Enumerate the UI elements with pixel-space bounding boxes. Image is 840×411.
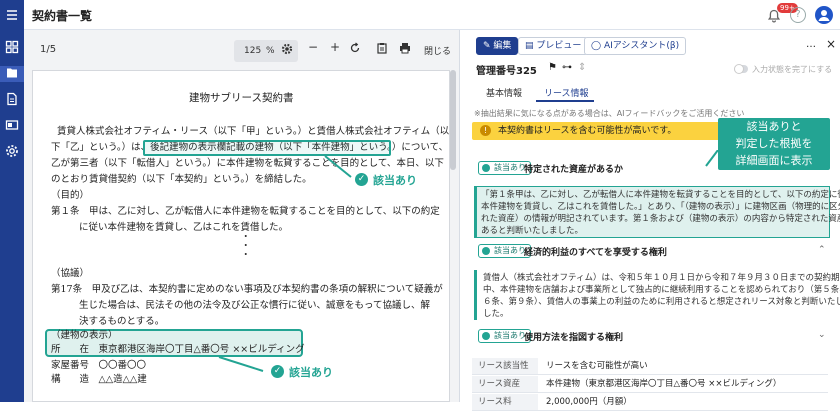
check-icon: ✓ <box>355 173 368 186</box>
book-icon[interactable] <box>0 66 24 82</box>
page-indicator: 1/5 <box>40 44 57 55</box>
zoom-unit: % <box>266 46 275 56</box>
complete-toggle[interactable] <box>734 64 748 74</box>
link-icon[interactable]: ⊶ <box>562 62 572 73</box>
document-viewer: 1/5 125 % − + 閉じる 建物サブリース契約書 賃貸人株式会社オフティ… <box>24 30 460 402</box>
flag-icon[interactable]: ⚑ <box>548 62 557 73</box>
top-bar: 契約書一覧 99+ ? <box>0 0 840 30</box>
card-icon[interactable] <box>4 118 20 134</box>
detail-panel: ✎ 編集 ▤ プレビュー ◯ AIアシスタント(β) … × 管理番号325 ⚑… <box>462 30 840 411</box>
avatar[interactable] <box>815 6 833 24</box>
edit-button[interactable]: ✎ 編集 <box>476 37 519 55</box>
section-title: 特定された資産があるか <box>524 165 624 175</box>
document-icon[interactable] <box>4 92 20 108</box>
table-row: リース料 2,000,000円（月額） <box>472 394 828 411</box>
print-icon[interactable] <box>399 42 411 57</box>
clipboard-icon[interactable] <box>376 42 388 57</box>
grid-icon[interactable] <box>4 40 20 56</box>
preview-button[interactable]: ▤ プレビュー <box>518 37 589 55</box>
more-icon[interactable]: … <box>806 39 816 50</box>
tab-basic-info[interactable]: 基本情報 <box>486 86 522 99</box>
section-title: 使用方法を指図する権利 <box>524 333 624 343</box>
chevron-down-icon[interactable]: ⌄ <box>818 330 826 340</box>
close-viewer-button[interactable]: 閉じる <box>424 44 451 57</box>
zoom-value: 125 <box>244 46 262 56</box>
rotate-icon[interactable] <box>349 42 361 57</box>
management-number: 管理番号325 <box>476 66 537 77</box>
match-label: 該当あり <box>289 366 333 379</box>
menu-icon[interactable] <box>4 8 20 24</box>
viewer-toolbar: 1/5 125 % − + 閉じる <box>24 30 460 68</box>
gear-icon[interactable] <box>281 43 293 58</box>
table-row: リース資産 本件建物（東京都港区海岸〇丁目△番〇号 ××ビルディング） <box>472 376 828 393</box>
connector-lines <box>218 155 352 372</box>
sidebar <box>0 0 24 402</box>
scrollbar[interactable] <box>450 70 456 402</box>
feedback-note: ※抽出結果に気になる点がある場合は、AIフィードバックをご活用ください <box>474 109 745 118</box>
page-title: 契約書一覧 <box>32 9 93 23</box>
zoom-control[interactable]: 125 % <box>234 40 298 62</box>
info-icon: ! <box>480 125 491 136</box>
callout-annotation: 該当ありと 判定した根拠を 詳細画面に表示 <box>718 118 830 170</box>
zoom-in-icon[interactable]: + <box>330 40 340 54</box>
check-icon: ✓ <box>271 365 284 378</box>
help-icon[interactable]: ? <box>790 7 806 23</box>
toggle-label: 入力状態を完了にする <box>752 65 833 74</box>
tab-lease-info[interactable]: リース情報 <box>544 86 589 99</box>
zoom-out-icon[interactable]: − <box>308 40 318 54</box>
evidence-quote: 「第１条甲は、乙に対し、乙が転借人に本件建物を転貸することを目的として、以下の約… <box>474 186 840 238</box>
chevron-up-icon[interactable]: ⌃ <box>818 245 826 255</box>
sort-icon[interactable]: ⇕ <box>578 62 586 73</box>
ai-assistant-button[interactable]: ◯ AIアシスタント(β) <box>584 37 687 55</box>
section-title: 経済的利益のすべてを享受する権利 <box>524 248 667 258</box>
evidence-quote: 賃借人（株式会社オフティム）は、令和５年１０月１日から令和７年９月３０日までの契… <box>474 270 840 320</box>
active-tab-indicator <box>536 100 594 102</box>
close-icon[interactable]: × <box>826 37 836 51</box>
match-label: 該当あり <box>373 174 417 187</box>
gear-icon[interactable] <box>4 144 20 160</box>
document-page: 建物サブリース契約書 賃貸人株式会社オフティム・リース（以下「甲」という。）と賃… <box>32 70 450 402</box>
table-row: リース該当性 リースを含む可能性が高い <box>472 358 828 375</box>
callout-pointer <box>705 150 719 167</box>
